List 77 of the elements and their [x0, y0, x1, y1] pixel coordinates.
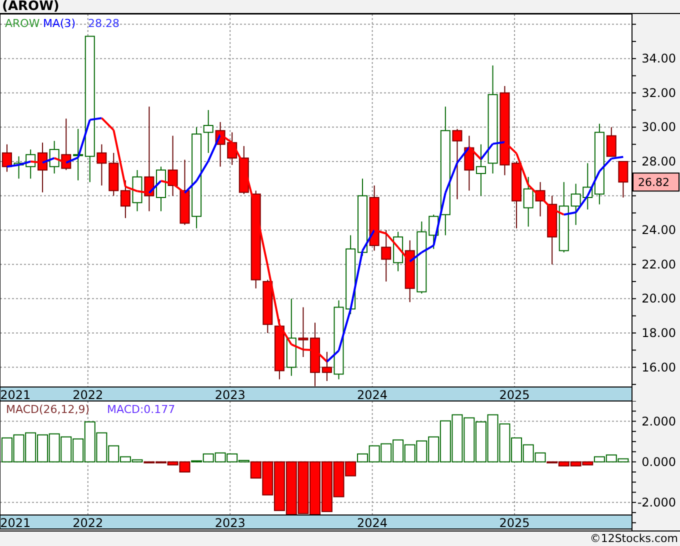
axis-label: 2022 — [72, 388, 104, 401]
axis-label: -2.000 — [637, 495, 676, 510]
legend-label: MACD(26,12,9) — [6, 403, 90, 416]
histogram-bar — [13, 434, 24, 462]
axis-label: 34.00 — [642, 52, 676, 66]
histogram-bar — [392, 439, 404, 462]
candlestick — [180, 159, 190, 226]
candlestick — [26, 148, 36, 180]
candlestick — [558, 182, 569, 253]
legend-label: MACD:0.177 — [107, 403, 176, 416]
candlestick — [452, 128, 462, 200]
histogram-bar — [475, 421, 486, 462]
histogram-bar — [404, 444, 416, 462]
axis-label: 30.00 — [642, 120, 676, 134]
axis-label: 2023 — [214, 516, 246, 530]
candlestick — [618, 160, 628, 198]
legend-label: MA(3) — [43, 17, 76, 30]
histogram-bar — [298, 461, 309, 514]
legend-label: 28.28 — [88, 17, 120, 30]
axis-label: 2024 — [357, 516, 388, 530]
axis-label: 0.000 — [642, 454, 676, 469]
candlestick — [512, 160, 522, 229]
candlestick — [215, 122, 226, 168]
axis-label: 22.00 — [642, 257, 676, 272]
axis-label: 2024 — [357, 388, 388, 401]
candlestick — [120, 180, 130, 219]
axis-label: 2021 — [0, 388, 31, 401]
candlestick — [476, 144, 486, 196]
candlestick — [570, 183, 581, 226]
candlestick — [156, 166, 166, 212]
histogram-bar — [452, 414, 463, 462]
candlestick — [168, 135, 178, 196]
candlestick — [464, 135, 474, 192]
histogram-bar — [416, 440, 428, 462]
candlestick — [381, 230, 392, 282]
histogram-bar — [380, 443, 392, 462]
last-price: 26.82 — [638, 176, 670, 190]
candlestick — [523, 176, 534, 228]
candlestick — [535, 182, 546, 217]
candlestick — [262, 279, 273, 334]
candlestick — [274, 318, 284, 380]
axis-label: 2025 — [499, 516, 530, 530]
price-tag — [632, 172, 680, 192]
axis-label: 2025 — [499, 388, 530, 401]
candlestick — [61, 118, 72, 171]
axis-label: 2021 — [0, 516, 31, 530]
histogram-bar — [321, 461, 332, 512]
axis-label: 2023 — [214, 388, 246, 401]
histogram-bar — [25, 432, 36, 462]
candlestick — [96, 144, 107, 186]
histogram-bar — [37, 434, 48, 462]
axis-label: 28.00 — [642, 154, 676, 168]
candlestick — [547, 195, 558, 265]
axis-label: 24.00 — [642, 223, 676, 238]
candlestick — [14, 156, 24, 180]
axis-label: 32.00 — [642, 86, 676, 100]
histogram-bar — [310, 461, 321, 516]
histogram-bar — [214, 452, 226, 462]
candlestick — [2, 144, 12, 172]
footer-credit: ©12Stocks.com — [590, 532, 678, 546]
histogram-bar — [48, 433, 60, 462]
histogram-bar — [464, 417, 475, 462]
chart-title: (AROW) — [2, 0, 60, 13]
axis-label: 18.00 — [642, 326, 676, 340]
legend-label: AROW — [5, 17, 40, 30]
histogram-bar — [60, 436, 72, 462]
candlestick — [108, 152, 119, 196]
candlestick — [298, 306, 308, 358]
candlestick — [606, 126, 616, 157]
candlestick — [132, 170, 142, 212]
axis-label: 2022 — [72, 516, 104, 530]
axis-label: 20.00 — [642, 292, 676, 306]
axis-label: 16.00 — [642, 360, 676, 374]
histogram-bar — [487, 414, 498, 462]
candlestick — [369, 185, 380, 252]
histogram-bar — [286, 461, 297, 516]
axis-label: 2.000 — [642, 414, 676, 428]
